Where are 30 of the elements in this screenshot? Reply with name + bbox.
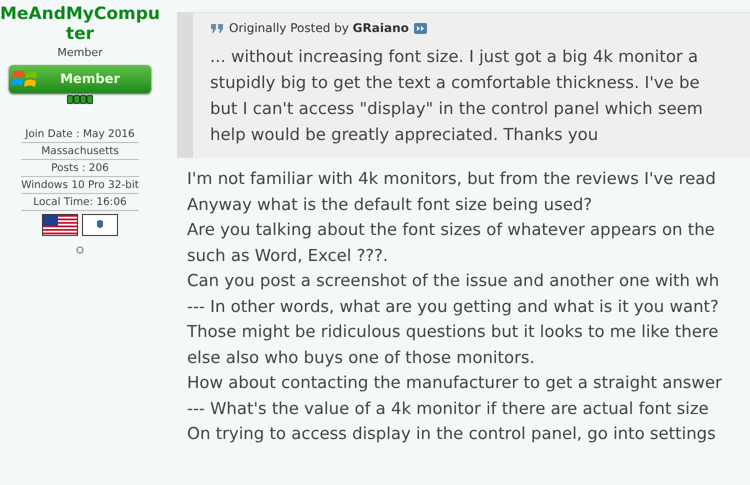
rank-badge: Member: [9, 65, 151, 93]
post-text: On trying to access display in the control panel, go into settings: [187, 423, 717, 445]
username[interactable]: MeAndMyComputer: [0, 4, 160, 44]
profile-detail: Local Time: 16:06: [21, 194, 139, 211]
post-text: Anyway what is the default font size being used?: [187, 194, 594, 216]
quote-icon: [210, 22, 224, 34]
post-text: I'm not familiar with 4k monitors, but from the reviews I've read: [187, 168, 717, 190]
state-flag-icon: [82, 214, 118, 236]
rank-pips-icon: [67, 95, 93, 104]
profile-detail: Massachusetts: [21, 143, 139, 160]
profile-detail: Join Date : May 2016: [21, 126, 139, 143]
post-text: Can you post a screenshot of the issue and another one with wh: [187, 270, 720, 292]
post-text: Those might be ridiculous questions but it looks to me like there: [187, 321, 720, 343]
profile-detail: Posts : 206: [21, 160, 139, 177]
post-text: How about contacting the manufacturer to get a straight answer: [187, 372, 723, 394]
post-text: Are you talking about the font sizes of whatever appears on the: [187, 219, 716, 241]
user-title: Member: [57, 46, 103, 59]
profile-detail: Windows 10 Pro 32-bit: [21, 177, 139, 194]
quote-text: but I can't access "display" in the control panel which seem: [210, 98, 704, 120]
quote-attribution: Originally Posted by GRaiano: [229, 21, 409, 35]
post-text: --- In other words, what are you getting and what is it you want?: [187, 296, 720, 318]
view-post-icon[interactable]: [414, 22, 427, 34]
quote-text: ... without increasing font size. I just got a big 4k monitor a: [210, 46, 700, 68]
post-text: else also who buys one of those monitors.: [187, 346, 536, 368]
quote-text: help would be greatly appreciated. Thanks you: [210, 124, 600, 146]
status-icon: [76, 246, 84, 254]
post-text: --- What's the value of a 4k monitor if there are actual font size: [187, 398, 710, 420]
us-flag-icon: [42, 214, 78, 236]
post-text: such as Word, Excel ???.: [187, 244, 390, 266]
quote-text: stupidly big to get the text a comfortable thickness. I've be: [210, 72, 701, 94]
